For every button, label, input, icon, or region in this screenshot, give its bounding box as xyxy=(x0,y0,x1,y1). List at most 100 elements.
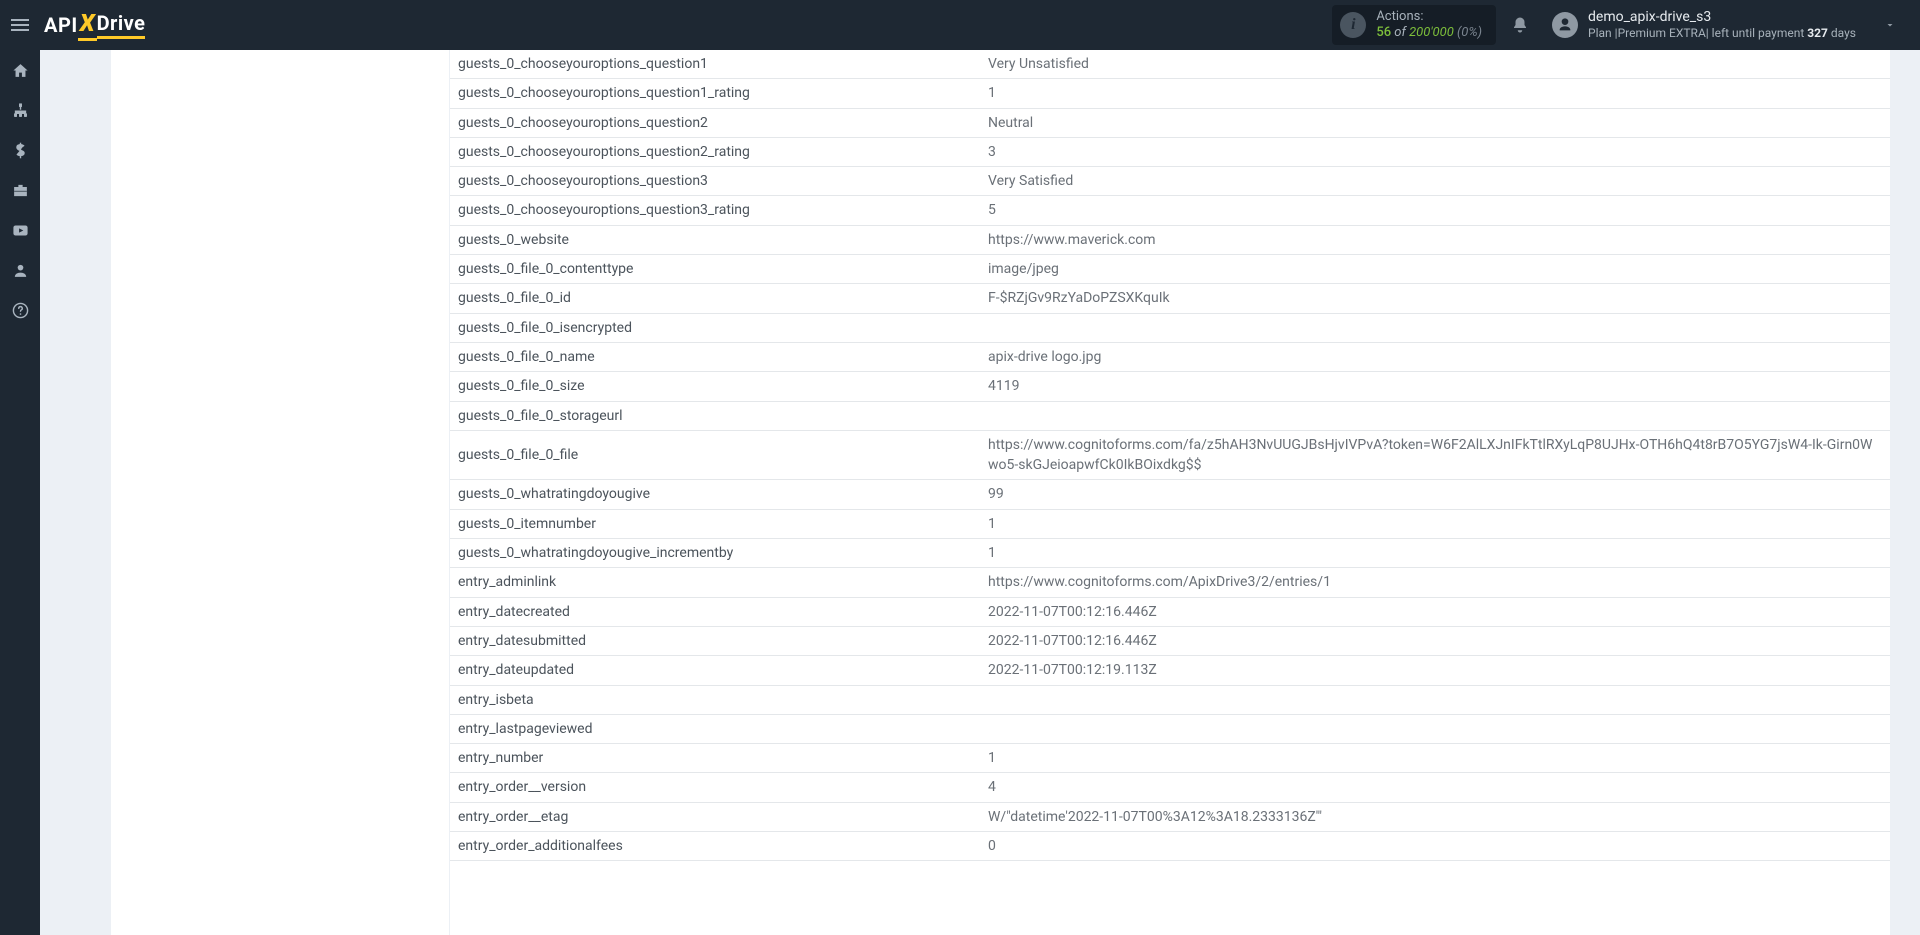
field-value: 1 xyxy=(980,744,1890,773)
home-icon xyxy=(12,62,29,79)
field-key: entry_order_additionalfees xyxy=(450,832,980,861)
user-menu[interactable]: demo_apix-drive_s3 Plan |Premium EXTRA| … xyxy=(1544,0,1904,50)
main-content: guests_0_chooseyouroptions_question1Very… xyxy=(40,50,1920,935)
field-key: entry_order__version xyxy=(450,773,980,802)
actions-count: 56 xyxy=(1376,25,1391,40)
help-icon xyxy=(12,302,29,319)
dollar-icon xyxy=(12,142,29,159)
sidebar-account[interactable] xyxy=(0,250,40,290)
info-icon: i xyxy=(1340,12,1366,38)
table-row: entry_datecreated2022-11-07T00:12:16.446… xyxy=(450,597,1890,626)
notifications-button[interactable] xyxy=(1502,0,1538,50)
table-row: guests_0_websitehttps://www.maverick.com xyxy=(450,225,1890,254)
table-row: guests_0_chooseyouroptions_question2_rat… xyxy=(450,137,1890,166)
field-value: 2022-11-07T00:12:16.446Z xyxy=(980,597,1890,626)
field-value: F-$RZjGv9RzYaDoPZSXKquIk xyxy=(980,284,1890,313)
user-info: demo_apix-drive_s3 Plan |Premium EXTRA| … xyxy=(1588,9,1856,42)
plan-days-word: days xyxy=(1828,26,1856,40)
field-value: https://www.cognitoforms.com/ApixDrive3/… xyxy=(980,568,1890,597)
field-key: guests_0_chooseyouroptions_question1_rat… xyxy=(450,79,980,108)
field-key: guests_0_chooseyouroptions_question2_rat… xyxy=(450,137,980,166)
field-key: entry_adminlink xyxy=(450,568,980,597)
avatar xyxy=(1552,12,1578,38)
field-value: 4119 xyxy=(980,372,1890,401)
field-key: guests_0_file_0_size xyxy=(450,372,980,401)
field-key: guests_0_website xyxy=(450,225,980,254)
field-key: guests_0_file_0_contenttype xyxy=(450,255,980,284)
field-value: https://www.cognitoforms.com/fa/z5hAH3Nv… xyxy=(980,430,1890,480)
table-row: guests_0_itemnumber1 xyxy=(450,509,1890,538)
field-value: Very Unsatisfied xyxy=(980,50,1890,79)
field-value xyxy=(980,313,1890,342)
left-panel xyxy=(111,50,449,935)
chevron-down-icon xyxy=(1884,19,1896,31)
sidebar-home[interactable] xyxy=(0,50,40,90)
table-row: guests_0_whatratingdoyougive99 xyxy=(450,480,1890,509)
plan-suffix: | left until payment xyxy=(1706,26,1808,40)
logo-x: X xyxy=(78,9,97,41)
field-value xyxy=(980,401,1890,430)
field-table: guests_0_chooseyouroptions_question1Very… xyxy=(450,50,1890,861)
field-key: guests_0_whatratingdoyougive xyxy=(450,480,980,509)
actions-counter[interactable]: i Actions: 56 of 200'000 (0%) xyxy=(1332,5,1496,45)
logo[interactable]: APIXDrive xyxy=(44,9,145,41)
table-row: entry_isbeta xyxy=(450,685,1890,714)
field-key: entry_dateupdated xyxy=(450,656,980,685)
table-row: guests_0_whatratingdoyougive_incrementby… xyxy=(450,539,1890,568)
table-row: entry_order_additionalfees0 xyxy=(450,832,1890,861)
field-value: W/"datetime'2022-11-07T00%3A12%3A18.2333… xyxy=(980,802,1890,831)
field-value: 5 xyxy=(980,196,1890,225)
field-key: guests_0_file_0_isencrypted xyxy=(450,313,980,342)
menu-icon xyxy=(11,24,29,26)
field-key: guests_0_whatratingdoyougive_incrementby xyxy=(450,539,980,568)
field-value xyxy=(980,714,1890,743)
table-row: guests_0_file_0_filehttps://www.cognitof… xyxy=(450,430,1890,480)
field-key: guests_0_file_0_id xyxy=(450,284,980,313)
field-value: apix-drive logo.jpg xyxy=(980,342,1890,371)
sidebar xyxy=(0,50,40,935)
table-row: entry_dateupdated2022-11-07T00:12:19.113… xyxy=(450,656,1890,685)
field-key: guests_0_file_0_name xyxy=(450,342,980,371)
sidebar-help[interactable] xyxy=(0,290,40,330)
sidebar-connections[interactable] xyxy=(0,90,40,130)
table-row: guests_0_chooseyouroptions_question3Very… xyxy=(450,167,1890,196)
table-row: guests_0_chooseyouroptions_question2Neut… xyxy=(450,108,1890,137)
user-icon xyxy=(1557,17,1573,33)
actions-pct: (0%) xyxy=(1454,25,1482,40)
table-row: guests_0_chooseyouroptions_question1Very… xyxy=(450,50,1890,79)
field-key: guests_0_itemnumber xyxy=(450,509,980,538)
field-value: image/jpeg xyxy=(980,255,1890,284)
plan-name: Premium EXTRA xyxy=(1618,26,1706,40)
sidebar-briefcase[interactable] xyxy=(0,170,40,210)
table-row: guests_0_file_0_isencrypted xyxy=(450,313,1890,342)
youtube-icon xyxy=(12,222,29,239)
sidebar-billing[interactable] xyxy=(0,130,40,170)
sidebar-videos[interactable] xyxy=(0,210,40,250)
field-value: 2022-11-07T00:12:19.113Z xyxy=(980,656,1890,685)
user-plan: Plan |Premium EXTRA| left until payment … xyxy=(1588,26,1856,41)
field-value: 3 xyxy=(980,137,1890,166)
field-value: 4 xyxy=(980,773,1890,802)
app-header: APIXDrive i Actions: 56 of 200'000 (0%) … xyxy=(0,0,1920,50)
field-key: guests_0_chooseyouroptions_question3_rat… xyxy=(450,196,980,225)
field-value: Neutral xyxy=(980,108,1890,137)
table-row: entry_order__version4 xyxy=(450,773,1890,802)
field-value: Very Satisfied xyxy=(980,167,1890,196)
data-card: guests_0_chooseyouroptions_question1Very… xyxy=(450,50,1890,935)
field-key: guests_0_file_0_storageurl xyxy=(450,401,980,430)
field-value: https://www.maverick.com xyxy=(980,225,1890,254)
plan-days-num: 327 xyxy=(1807,26,1828,40)
field-key: entry_datesubmitted xyxy=(450,626,980,655)
field-key: guests_0_chooseyouroptions_question3 xyxy=(450,167,980,196)
menu-toggle-button[interactable] xyxy=(0,0,40,50)
logo-part2: Drive xyxy=(97,11,146,39)
field-key: entry_number xyxy=(450,744,980,773)
field-key: entry_datecreated xyxy=(450,597,980,626)
field-value: 0 xyxy=(980,832,1890,861)
table-row: entry_order__etagW/"datetime'2022-11-07T… xyxy=(450,802,1890,831)
field-value: 2022-11-07T00:12:16.446Z xyxy=(980,626,1890,655)
actions-label: Actions: xyxy=(1376,9,1482,25)
field-value: 99 xyxy=(980,480,1890,509)
user-icon xyxy=(12,262,29,279)
table-row: guests_0_file_0_idF-$RZjGv9RzYaDoPZSXKqu… xyxy=(450,284,1890,313)
